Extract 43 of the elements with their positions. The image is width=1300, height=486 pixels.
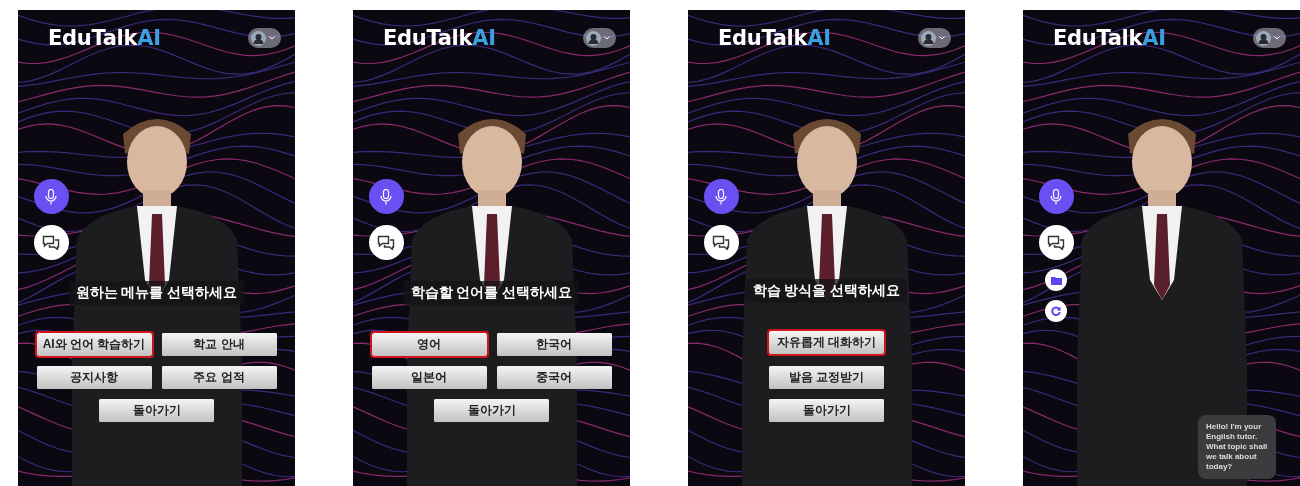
menu-prompt: 원하는 메뉴를 선택하세요 [68, 281, 245, 305]
microphone-icon [1050, 188, 1062, 205]
menu-option-button[interactable]: 영어 [369, 331, 489, 358]
caret-icon [269, 36, 275, 40]
profile-menu-button[interactable] [1253, 28, 1286, 48]
microphone-button[interactable] [368, 179, 404, 214]
microphone-icon [715, 188, 727, 205]
app-logo: EduTalkAI [1053, 26, 1166, 50]
profile-menu-button[interactable] [918, 28, 951, 48]
refresh-icon [1051, 306, 1061, 316]
microphone-button[interactable] [703, 179, 739, 214]
avatar-icon [1256, 30, 1271, 46]
folder-button[interactable] [1045, 269, 1067, 291]
avatar-icon [921, 30, 936, 46]
chat-button[interactable] [1038, 225, 1074, 260]
chat-button[interactable] [33, 225, 69, 260]
caret-icon [939, 36, 945, 40]
profile-menu-button[interactable] [583, 28, 616, 48]
chat-button[interactable] [703, 225, 739, 260]
profile-menu-button[interactable] [248, 28, 281, 48]
caret-icon [604, 36, 610, 40]
microphone-icon [380, 188, 392, 205]
app-logo: EduTalkAI [718, 26, 831, 50]
chat-bubbles-icon [1047, 235, 1065, 250]
caret-icon [1274, 36, 1280, 40]
microphone-button[interactable] [1038, 179, 1074, 214]
microphone-button[interactable] [33, 179, 69, 214]
chat-button[interactable] [368, 225, 404, 260]
folder-icon [1050, 275, 1062, 285]
chat-bubbles-icon [42, 235, 60, 250]
menu-option-button[interactable]: 자유롭게 대화하기 [767, 329, 886, 356]
avatar-icon [251, 30, 266, 46]
chat-bubbles-icon [712, 235, 730, 250]
microphone-icon [45, 188, 57, 205]
avatar-icon [586, 30, 601, 46]
menu-option-button[interactable]: AI와 언어 학습하기 [34, 331, 154, 358]
menu-prompt: 학습 방식을 선택하세요 [745, 279, 908, 303]
app-logo: EduTalkAI [48, 26, 161, 50]
menu-prompt: 학습할 언어를 선택하세요 [403, 281, 580, 305]
refresh-button[interactable] [1045, 300, 1067, 322]
chat-message-bubble: Hello! I'm your English tutor. What topic shall we talk about today? [1198, 415, 1276, 479]
chat-bubbles-icon [377, 235, 395, 250]
app-logo: EduTalkAI [383, 26, 496, 50]
